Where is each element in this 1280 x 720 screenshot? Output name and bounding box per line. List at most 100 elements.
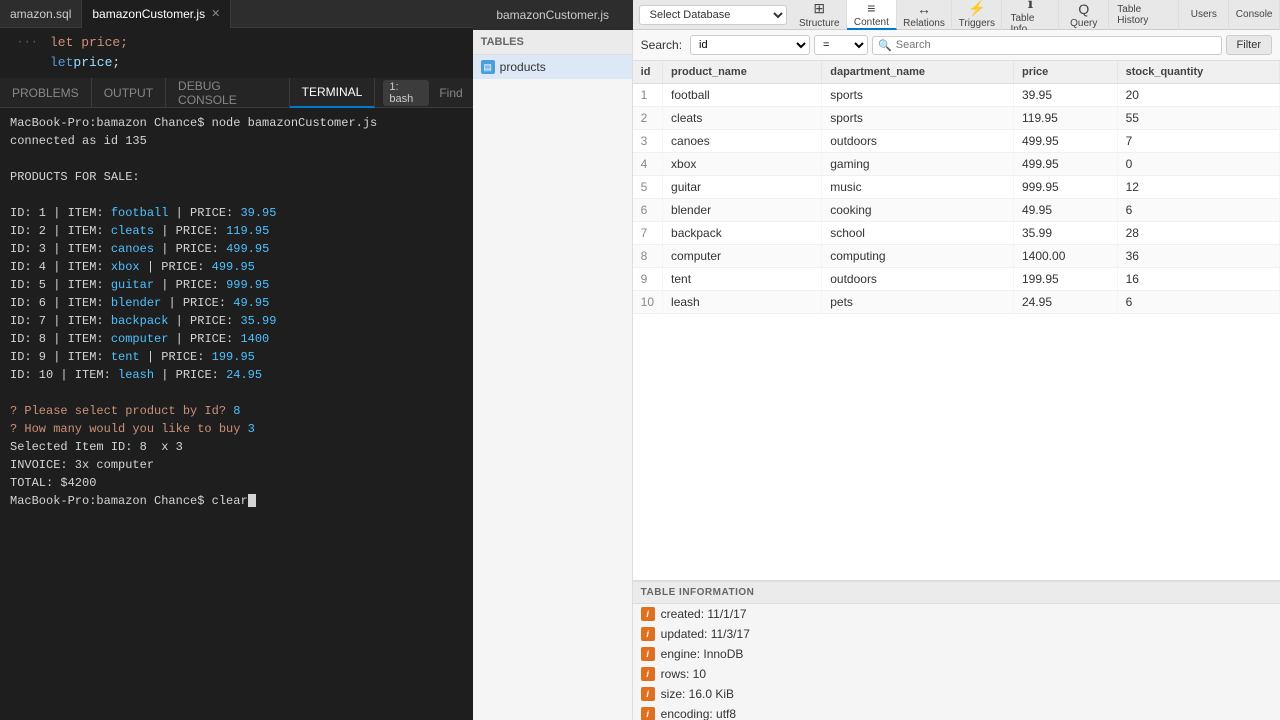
products-table: id product_name dapartment_name price st…: [633, 61, 1280, 314]
tab-output[interactable]: OUTPUT: [92, 78, 166, 108]
terminal-blank-3: [10, 384, 463, 402]
cell-price-3: 499.95: [1013, 130, 1117, 153]
terminal-line-id9: ID: 9 | ITEM: tent | PRICE: 199.95: [10, 348, 463, 366]
cell-id-5: 5: [633, 176, 663, 199]
search-field-select[interactable]: id product_name dapartment_name price st…: [690, 35, 810, 55]
cell-id-8: 8: [633, 245, 663, 268]
info-icon: [641, 627, 655, 641]
nav-query-btn[interactable]: Q Query: [1059, 0, 1109, 30]
cell-price-9: 199.95: [1013, 268, 1117, 291]
info-icon: [641, 647, 655, 661]
cell-price-8: 1400.00: [1013, 245, 1117, 268]
tab-debug-console[interactable]: DEBUG CONSOLE: [166, 78, 290, 108]
tab-terminal[interactable]: TERMINAL: [290, 78, 376, 108]
cell-id-4: 4: [633, 153, 663, 176]
terminal-invoice: INVOICE: 3x computer: [10, 456, 463, 474]
cell-product_name-1: football: [663, 84, 822, 107]
editor-tabs: amazon.sql bamazonCustomer.js ✕: [0, 0, 473, 28]
table-row[interactable]: 9tentoutdoors199.9516: [633, 268, 1280, 291]
cell-dapartment_name-6: cooking: [822, 199, 1014, 222]
cell-product_name-7: backpack: [663, 222, 822, 245]
cell-dapartment_name-5: music: [822, 176, 1014, 199]
table-row[interactable]: 4xboxgaming499.950: [633, 153, 1280, 176]
nav-triggers-btn[interactable]: ⚡ Triggers: [952, 0, 1002, 30]
table-row[interactable]: 6blendercooking49.956: [633, 199, 1280, 222]
table-info-items: created: 11/1/17updated: 11/3/17engine: …: [633, 604, 1280, 720]
info-item-5: encoding: utf8: [633, 704, 1280, 720]
find-button[interactable]: Find: [429, 86, 472, 100]
bamazon-customer-js-label: bamazonCustomer.js: [92, 7, 205, 21]
code-semicolon: ;: [112, 55, 120, 70]
search-magnifier-icon: 🔍: [878, 39, 892, 52]
search-input[interactable]: [896, 39, 1216, 51]
cell-id-7: 7: [633, 222, 663, 245]
nav-table-history-btn[interactable]: Table History: [1109, 0, 1179, 30]
search-label: Search:: [641, 38, 682, 52]
table-row[interactable]: 7backpackschool35.9928: [633, 222, 1280, 245]
col-header-price[interactable]: price: [1013, 61, 1117, 84]
bash-badge: 1: bash: [383, 80, 429, 106]
terminal-question-2: ? How many would you like to buy 3: [10, 420, 463, 438]
code-keyword-let: let: [50, 55, 73, 70]
terminal-line-id2: ID: 2 | ITEM: cleats | PRICE: 119.95: [10, 222, 463, 240]
nav-table-info-btn[interactable]: ℹ Table Info: [1002, 0, 1059, 30]
cell-price-1: 39.95: [1013, 84, 1117, 107]
terminal-cursor: [248, 494, 256, 507]
tab-amazon-sql[interactable]: amazon.sql: [0, 0, 82, 28]
terminal-blank-2: [10, 186, 463, 204]
table-row[interactable]: 3canoesoutdoors499.957: [633, 130, 1280, 153]
query-label: Query: [1070, 18, 1097, 29]
cell-product_name-8: computer: [663, 245, 822, 268]
select-database-dropdown[interactable]: Select Database: [639, 5, 787, 25]
tables-sidebar: TABLES products: [473, 30, 633, 720]
cell-dapartment_name-9: outdoors: [822, 268, 1014, 291]
cell-product_name-6: blender: [663, 199, 822, 222]
cell-stock_quantity-1: 20: [1117, 84, 1279, 107]
cell-id-2: 2: [633, 107, 663, 130]
table-row[interactable]: 1footballsports39.9520: [633, 84, 1280, 107]
terminal-line-id5: ID: 5 | ITEM: guitar | PRICE: 999.95: [10, 276, 463, 294]
table-header-row: id product_name dapartment_name price st…: [633, 61, 1280, 84]
terminal-line-id3: ID: 3 | ITEM: canoes | PRICE: 499.95: [10, 240, 463, 258]
table-row[interactable]: 8computercomputing1400.0036: [633, 245, 1280, 268]
table-row[interactable]: 10leashpets24.956: [633, 291, 1280, 314]
cell-dapartment_name-4: gaming: [822, 153, 1014, 176]
table-row[interactable]: 5guitarmusic999.9512: [633, 176, 1280, 199]
tab-bamazon-customer-js[interactable]: bamazonCustomer.js ✕: [82, 0, 231, 28]
db-topbar-filename-area: bamazonCustomer.js: [473, 0, 633, 30]
info-icon: [641, 607, 655, 621]
table-item-products[interactable]: products: [473, 55, 632, 79]
nav-content-btn[interactable]: ≡ Content: [847, 0, 897, 30]
col-header-stock-quantity[interactable]: stock_quantity: [1117, 61, 1279, 84]
col-header-id[interactable]: id: [633, 61, 663, 84]
nav-users-btn[interactable]: Users: [1179, 0, 1229, 30]
cell-stock_quantity-8: 36: [1117, 245, 1279, 268]
terminal-selected: Selected Item ID: 8 x 3: [10, 438, 463, 456]
structure-label: Structure: [799, 18, 840, 29]
nav-console-btn[interactable]: Console: [1229, 0, 1280, 30]
terminal-line-id6: ID: 6 | ITEM: blender | PRICE: 49.95: [10, 294, 463, 312]
debug-console-label: DEBUG CONSOLE: [178, 79, 277, 107]
col-header-product-name[interactable]: product_name: [663, 61, 822, 84]
db-topbar: bamazonCustomer.js Select Database ⊞ Str…: [473, 0, 1280, 30]
data-table-wrap: id product_name dapartment_name price st…: [633, 61, 1280, 580]
col-header-department-name[interactable]: dapartment_name: [822, 61, 1014, 84]
output-label: OUTPUT: [104, 86, 153, 100]
nav-relations-btn[interactable]: ↔ Relations: [897, 0, 952, 30]
table-row[interactable]: 2cleatssports119.9555: [633, 107, 1280, 130]
search-operator-select[interactable]: = != < > LIKE: [814, 35, 868, 55]
tab-problems[interactable]: PROBLEMS: [0, 78, 92, 108]
nav-structure-btn[interactable]: ⊞ Structure: [793, 0, 847, 30]
close-tab-icon[interactable]: ✕: [211, 7, 220, 20]
terminal-line-id10: ID: 10 | ITEM: leash | PRICE: 24.95: [10, 366, 463, 384]
terminal-line-id4: ID: 4 | ITEM: xbox | PRICE: 499.95: [10, 258, 463, 276]
table-body: 1footballsports39.95202cleatssports119.9…: [633, 84, 1280, 314]
cell-stock_quantity-10: 6: [1117, 291, 1279, 314]
relations-label: Relations: [903, 18, 945, 29]
line-num-prev: ···: [8, 35, 38, 49]
triggers-icon: ⚡: [968, 0, 985, 17]
triggers-label: Triggers: [959, 18, 995, 29]
cell-stock_quantity-4: 0: [1117, 153, 1279, 176]
filter-button[interactable]: Filter: [1226, 35, 1272, 55]
terminal-line-2: connected as id 135: [10, 132, 463, 150]
